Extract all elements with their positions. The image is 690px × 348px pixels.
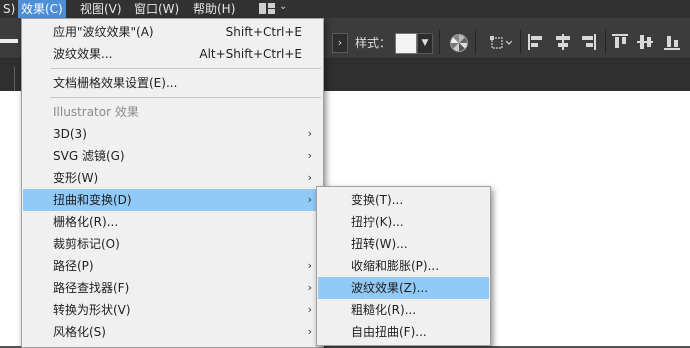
submenu-item-pucker-bloat[interactable]: 收缩和膨胀(P)... — [318, 255, 489, 277]
chevron-right-icon: › — [307, 149, 312, 162]
menu-item-label: 变形(W) — [53, 171, 99, 185]
submenu-item-zig-zag[interactable]: 波纹效果(Z)... — [318, 277, 489, 299]
menu-item-label: 波纹效果(Z)... — [351, 281, 429, 295]
menu-item-label: 栅格化(R)... — [53, 215, 119, 229]
menu-item-label: 转换为形状(V) — [53, 303, 131, 317]
menu-item-shortcut: Shift+Ctrl+E — [225, 25, 302, 39]
divider — [475, 30, 476, 54]
menu-item-stylize[interactable]: 风格化(S) › — [23, 321, 322, 343]
menu-item-path[interactable]: 路径(P) › — [23, 255, 322, 277]
align-center-icon[interactable] — [555, 33, 575, 51]
transform-icon[interactable] — [490, 33, 513, 51]
menu-item-label: 应用"波纹效果"(A) — [53, 25, 154, 39]
style-swatch[interactable] — [395, 33, 417, 54]
menu-item-label: 粗糙化(R)... — [351, 303, 417, 317]
menu-divider — [50, 68, 321, 69]
menu-item-label: 裁剪标记(O) — [53, 237, 120, 251]
style-label: 样式： — [355, 36, 392, 50]
menu-item-label: 3D(3) — [53, 127, 87, 141]
align-left-icon[interactable] — [528, 33, 548, 51]
divider — [14, 67, 15, 91]
effect-menu: 应用"波纹效果"(A) Shift+Ctrl+E 波纹效果... Alt+Shi… — [21, 18, 324, 348]
submenu-item-transform[interactable]: 变换(T)... — [318, 189, 489, 211]
recolor-artwork-icon[interactable] — [450, 34, 468, 52]
divider — [439, 30, 440, 54]
align-middle-icon[interactable] — [637, 33, 657, 51]
divider — [605, 30, 606, 54]
menu-section-header: Illustrator 效果 — [23, 101, 322, 123]
menu-item-shortcut: Alt+Shift+Ctrl+E — [199, 47, 302, 61]
menu-item-label: 扭转(W)... — [351, 237, 408, 251]
chevron-right-icon: › — [307, 281, 312, 294]
menu-item-warp[interactable]: 变形(W) › — [23, 167, 322, 189]
chevron-right-icon: › — [307, 303, 312, 316]
menu-item-label: 文档栅格效果设置(E)... — [53, 76, 178, 90]
workspace-grid-icon — [259, 3, 275, 14]
menu-item-3d[interactable]: 3D(3) › — [23, 123, 322, 145]
menu-item-label: 自由扭曲(F)... — [351, 325, 427, 339]
menu-item-label: 波纹效果... — [53, 47, 113, 61]
menu-item-document-raster-settings[interactable]: 文档栅格效果设置(E)... — [23, 72, 322, 94]
menu-item-label: 风格化(S) — [53, 325, 106, 339]
menu-select[interactable]: S) — [0, 0, 18, 18]
menu-item-convert-to-shape[interactable]: 转换为形状(V) › — [23, 299, 322, 321]
align-bottom-icon[interactable] — [664, 33, 684, 51]
menu-item-pathfinder[interactable]: 路径查找器(F) › — [23, 277, 322, 299]
menu-bar: S) 效果(C) 视图(V) 窗口(W) 帮助(H) ⌄ — [0, 0, 690, 18]
menu-divider — [50, 97, 321, 98]
menu-item-distort-transform[interactable]: 扭曲和变换(D) › — [23, 189, 322, 211]
chevron-right-icon: › — [307, 171, 312, 184]
chevron-right-icon: › — [307, 259, 312, 272]
menu-item-label: 扭拧(K)... — [351, 215, 404, 229]
menu-item-label: 收缩和膨胀(P)... — [351, 259, 440, 273]
workspace-switcher-button[interactable]: ⌄ — [259, 1, 291, 16]
menu-help[interactable]: 帮助(H) — [190, 0, 238, 18]
submenu-item-twist[interactable]: 扭转(W)... — [318, 233, 489, 255]
distort-transform-submenu: 变换(T)... 扭拧(K)... 扭转(W)... 收缩和膨胀(P)... 波… — [316, 186, 491, 346]
chevron-right-icon: › — [307, 127, 312, 140]
menu-item-svg-filters[interactable]: SVG 滤镜(G) › — [23, 145, 322, 167]
menu-item-label: Illustrator 效果 — [53, 105, 139, 119]
chevron-right-icon: › — [307, 193, 312, 206]
menu-window[interactable]: 窗口(W) — [131, 0, 182, 18]
style-dropdown-button[interactable]: ▼ — [417, 33, 433, 54]
menu-item-apply-last-effect[interactable]: 应用"波纹效果"(A) Shift+Ctrl+E — [23, 21, 322, 43]
profile-arrow-button[interactable]: › — [332, 33, 348, 53]
menu-view[interactable]: 视图(V) — [77, 0, 125, 18]
submenu-item-free-distort[interactable]: 自由扭曲(F)... — [318, 321, 489, 343]
chevron-down-icon: ⌄ — [279, 1, 288, 12]
menu-item-label: 变换(T)... — [351, 193, 404, 207]
menu-item-label: SVG 滤镜(G) — [53, 149, 125, 163]
stroke-preview — [0, 39, 18, 43]
divider — [520, 30, 521, 54]
menu-item-last-effect[interactable]: 波纹效果... Alt+Shift+Ctrl+E — [23, 43, 322, 65]
menu-item-crop-marks[interactable]: 裁剪标记(O) — [23, 233, 322, 255]
align-right-icon[interactable] — [580, 33, 600, 51]
submenu-item-roughen[interactable]: 粗糙化(R)... — [318, 299, 489, 321]
menu-item-label: 路径(P) — [53, 259, 94, 273]
chevron-right-icon: › — [307, 325, 312, 338]
menu-effect[interactable]: 效果(C) — [18, 0, 66, 18]
menu-item-label: 路径查找器(F) — [53, 281, 130, 295]
align-top-icon[interactable] — [612, 33, 632, 51]
menu-item-rasterize[interactable]: 栅格化(R)... — [23, 211, 322, 233]
menu-item-label: 扭曲和变换(D) — [53, 193, 132, 207]
submenu-item-tweak[interactable]: 扭拧(K)... — [318, 211, 489, 233]
